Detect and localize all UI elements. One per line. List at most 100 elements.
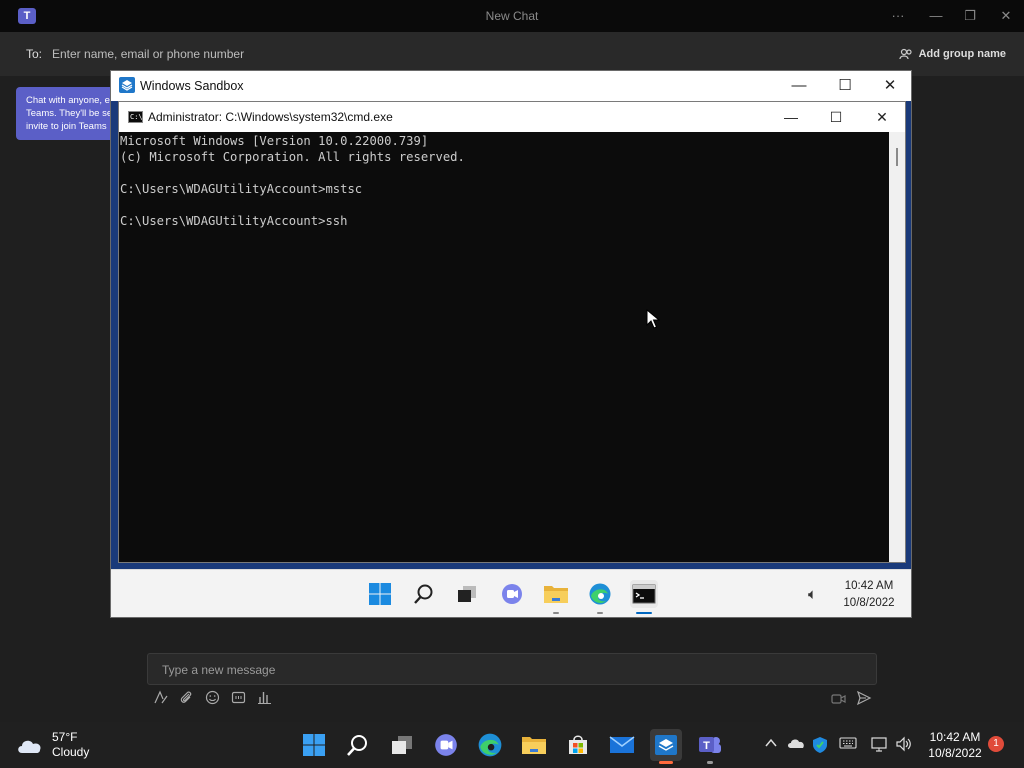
close-button[interactable]: ✕ — [994, 6, 1018, 26]
weather-condition: Cloudy — [52, 745, 90, 759]
edge-button[interactable] — [474, 729, 506, 761]
to-label: To: — [26, 47, 43, 61]
active-indicator — [636, 612, 652, 614]
banner-line: Teams. They'll be se — [26, 108, 113, 119]
console-output[interactable]: Microsoft Windows [Version 10.0.22000.73… — [119, 132, 889, 562]
add-group-name-button[interactable]: Add group name — [899, 47, 1006, 61]
running-indicator — [707, 761, 713, 764]
windows-sandbox-window: Windows Sandbox — ☐ ✕ C:\ Administrator:… — [110, 70, 912, 618]
sandbox-task-view-button[interactable] — [453, 580, 481, 608]
file-explorer-button[interactable] — [518, 729, 550, 761]
task-view-button[interactable] — [386, 729, 418, 761]
minimize-button[interactable]: — — [924, 6, 948, 26]
message-input[interactable] — [160, 660, 860, 680]
teams-button[interactable]: T — [694, 729, 726, 764]
volume-icon[interactable] — [895, 736, 913, 754]
security-shield-icon[interactable] — [811, 736, 829, 754]
notification-badge[interactable]: 1 — [988, 736, 1004, 752]
cmd-scrollbar[interactable] — [889, 132, 905, 562]
mouse-cursor-icon — [646, 309, 660, 329]
teams-icon: T — [699, 737, 721, 753]
search-icon — [414, 584, 433, 604]
format-icon[interactable] — [152, 690, 169, 707]
cmd-maximize-button[interactable]: ☐ — [821, 106, 851, 128]
sandbox-file-explorer-button[interactable] — [542, 580, 570, 614]
windows-start-icon — [303, 734, 325, 756]
console-line: (c) Microsoft Corporation. All rights re… — [120, 150, 465, 164]
meet-now-icon[interactable] — [831, 692, 847, 708]
windows-start-icon — [369, 583, 391, 605]
running-indicator — [553, 612, 559, 614]
console-line: Microsoft Windows [Version 10.0.22000.73… — [120, 134, 429, 148]
banner-line: Chat with anyone, e — [26, 95, 110, 106]
teams-window-title: New Chat — [485, 9, 539, 23]
cmd-title-bar[interactable]: C:\ Administrator: C:\Windows\system32\c… — [119, 102, 905, 132]
recipient-input[interactable] — [50, 42, 650, 66]
sandbox-taskbar: 🔈︎ 10:42 AM 10/8/2022 — [111, 569, 911, 617]
sandbox-icon — [655, 735, 677, 755]
cmd-icon: C:\ — [128, 111, 143, 123]
sandbox-title-bar[interactable]: Windows Sandbox — ☐ ✕ — [111, 71, 911, 101]
cloud-icon — [18, 740, 41, 753]
start-button[interactable] — [298, 729, 330, 761]
attach-icon[interactable] — [178, 690, 195, 707]
host-taskbar: 57°F Cloudy T 10:42 AM 10/8/2022 — [0, 722, 1024, 768]
more-options-icon[interactable]: ··· — [886, 6, 910, 26]
cmd-window: C:\ Administrator: C:\Windows\system32\c… — [118, 101, 906, 563]
weather-text: 57°F Cloudy — [52, 730, 89, 760]
add-group-name-label: Add group name — [918, 48, 1006, 60]
task-view-icon — [458, 586, 476, 602]
chat-button[interactable] — [430, 729, 462, 761]
folder-icon — [522, 737, 546, 754]
emoji-icon[interactable] — [204, 690, 221, 707]
mail-button[interactable] — [606, 729, 638, 761]
restore-button[interactable]: ❐ — [958, 6, 982, 26]
active-indicator — [659, 761, 673, 764]
edge-icon — [589, 583, 611, 605]
search-icon — [347, 735, 367, 756]
network-icon[interactable] — [871, 736, 889, 754]
sandbox-date: 10/8/2022 — [843, 597, 895, 609]
banner-line: invite to join Teams — [26, 121, 107, 132]
onedrive-icon[interactable] — [787, 736, 805, 754]
weather-temperature: 57°F — [52, 730, 78, 744]
sandbox-chat-button[interactable] — [498, 580, 526, 608]
volume-icon[interactable]: 🔈︎ — [808, 586, 817, 603]
message-compose-box[interactable] — [147, 653, 877, 685]
search-button[interactable] — [342, 729, 374, 761]
gif-icon[interactable] — [230, 690, 247, 707]
keyboard-icon[interactable] — [839, 736, 857, 754]
teams-chat-icon — [435, 734, 457, 756]
clock-time: 10:42 AM — [929, 730, 981, 744]
task-view-icon — [392, 736, 412, 754]
compose-toolbar — [152, 690, 273, 710]
sandbox-maximize-button[interactable]: ☐ — [830, 75, 860, 97]
folder-icon — [544, 586, 568, 603]
sandbox-button[interactable] — [650, 729, 682, 764]
teams-title-bar: T New Chat ··· — ❐ ✕ — [0, 0, 1024, 32]
send-icon[interactable] — [855, 690, 873, 708]
system-clock[interactable]: 10:42 AM 10/8/2022 — [922, 729, 988, 761]
cmd-close-button[interactable]: ✕ — [867, 106, 897, 128]
cmd-minimize-button[interactable]: — — [776, 106, 806, 128]
group-icon — [899, 48, 912, 60]
svg-text:T: T — [703, 740, 710, 752]
sandbox-title: Windows Sandbox — [140, 79, 244, 93]
sandbox-close-button[interactable]: ✕ — [875, 75, 905, 97]
running-indicator — [597, 612, 603, 614]
scrollbar-thumb[interactable] — [896, 148, 898, 166]
sandbox-terminal-button[interactable] — [630, 580, 658, 614]
poll-icon[interactable] — [256, 690, 273, 707]
sandbox-start-button[interactable] — [366, 580, 394, 608]
sandbox-search-button[interactable] — [410, 580, 438, 608]
sandbox-minimize-button[interactable]: — — [784, 75, 814, 97]
store-button[interactable] — [562, 729, 594, 761]
sandbox-clock[interactable]: 10:42 AM 10/8/2022 — [839, 578, 899, 612]
cmd-title: Administrator: C:\Windows\system32\cmd.e… — [148, 110, 393, 124]
sandbox-time: 10:42 AM — [844, 580, 894, 592]
weather-widget[interactable]: 57°F Cloudy — [16, 730, 89, 760]
sandbox-edge-button[interactable] — [586, 580, 614, 614]
show-hidden-icons-chevron-icon[interactable] — [762, 736, 780, 754]
